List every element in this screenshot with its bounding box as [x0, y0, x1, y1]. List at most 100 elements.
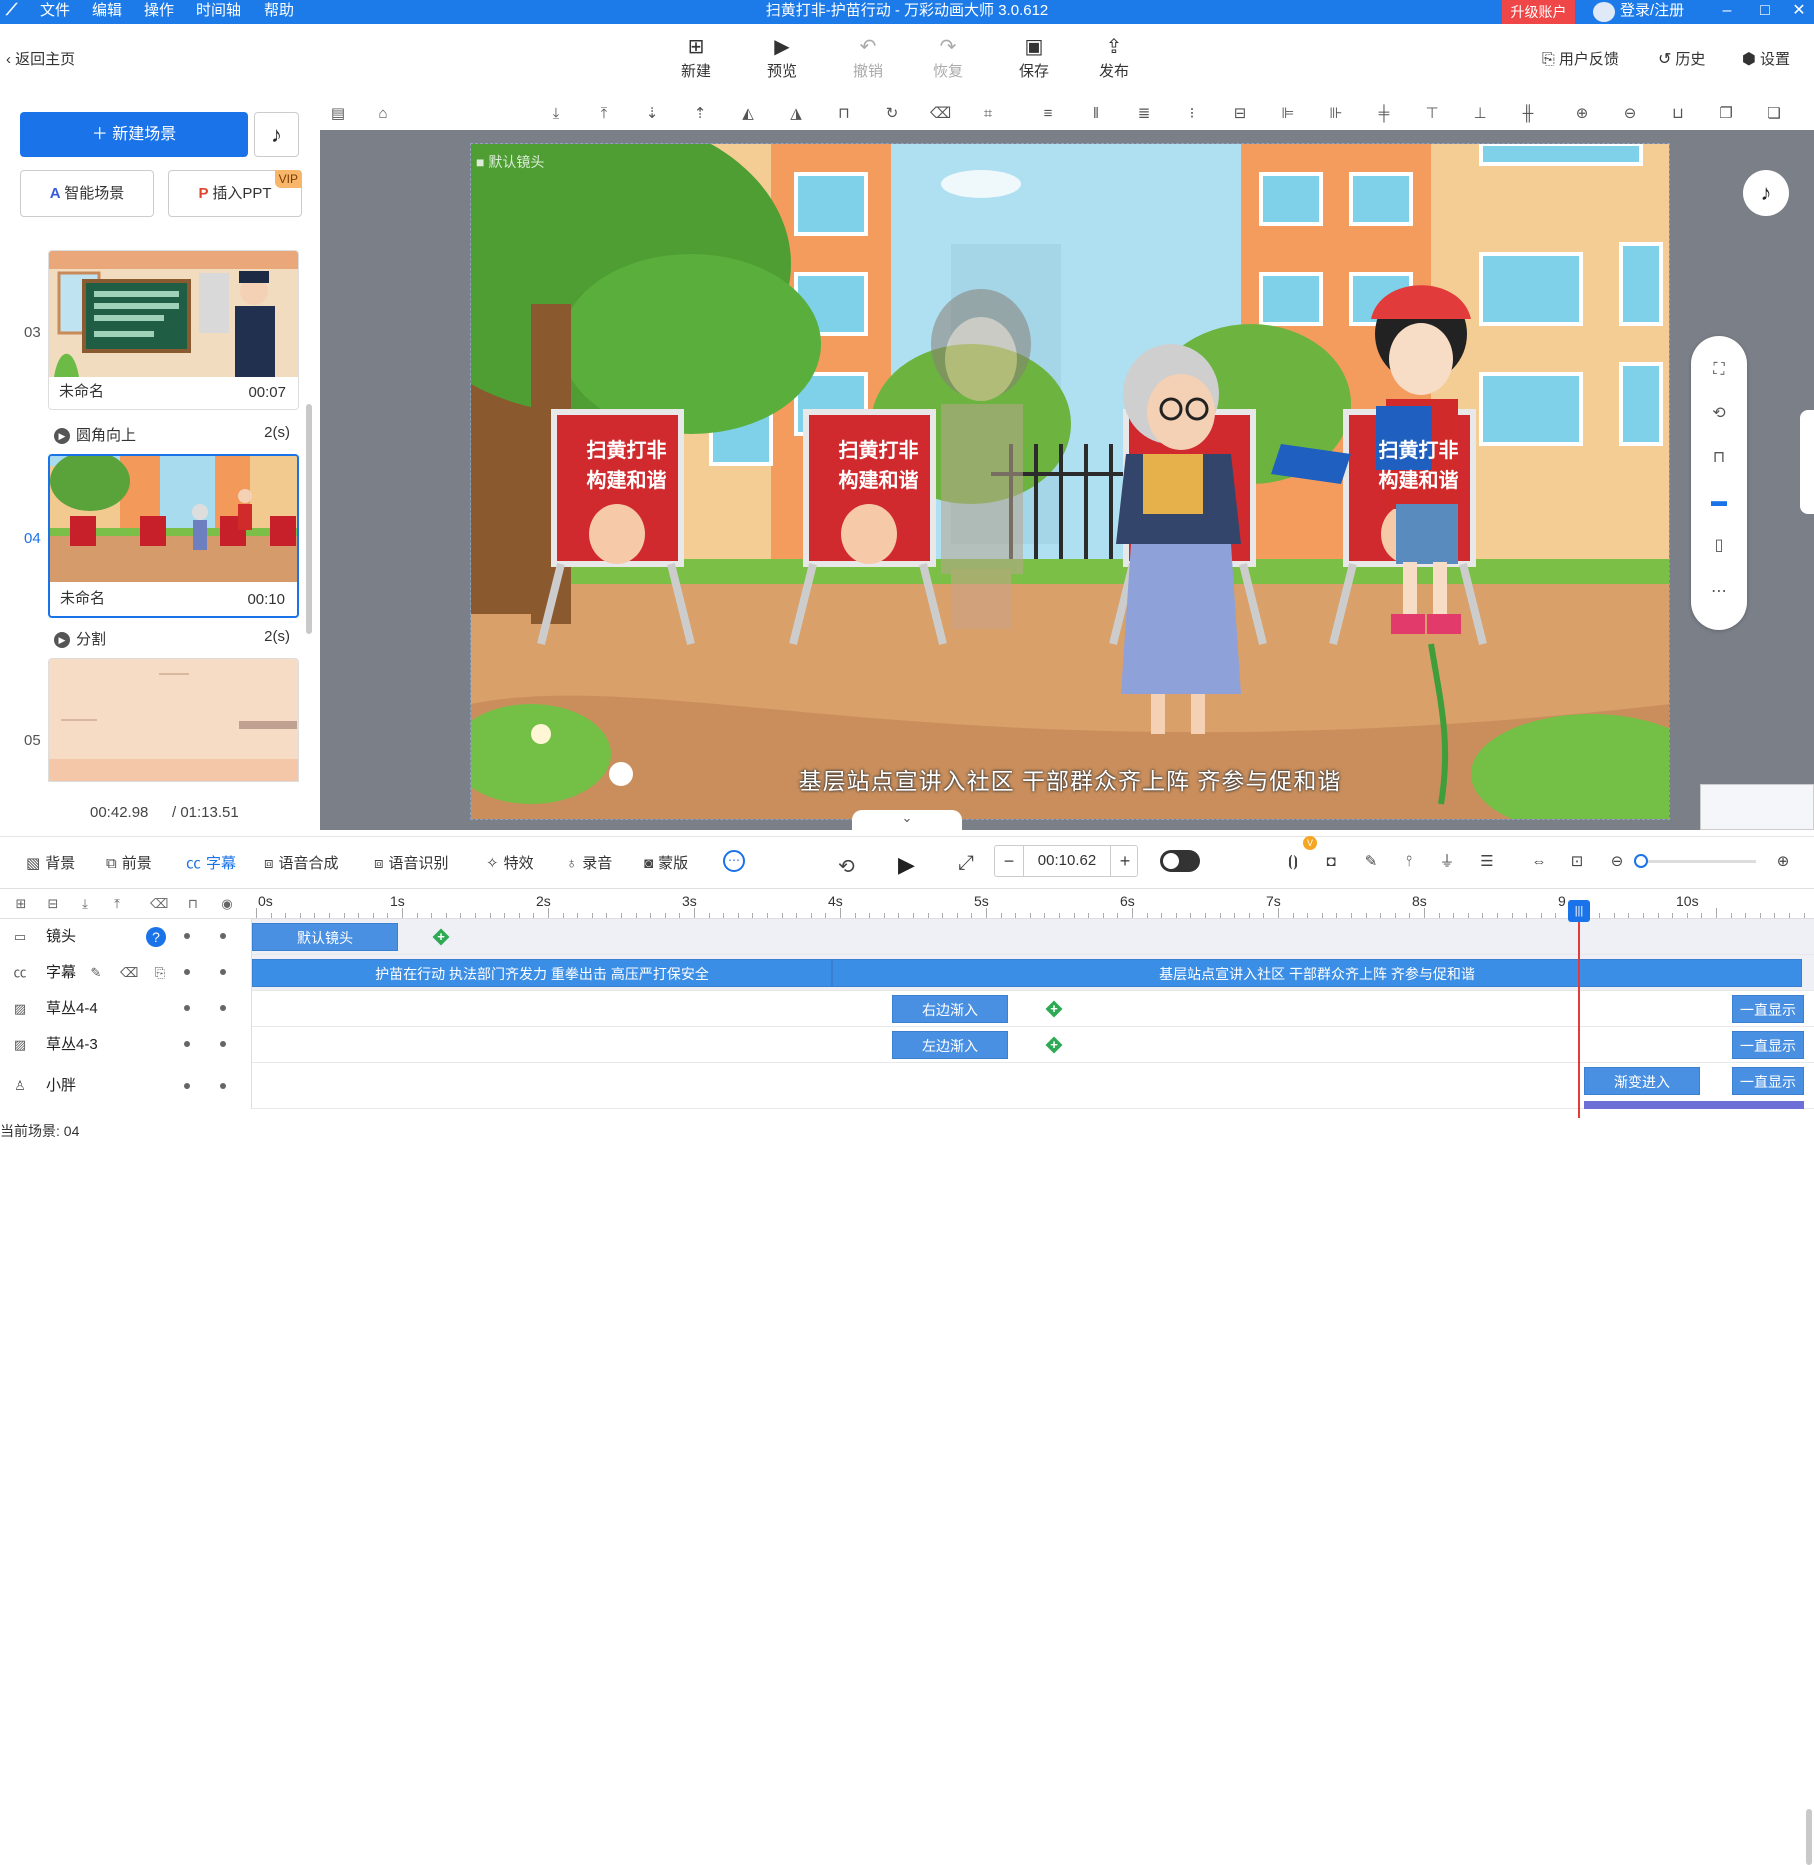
back-home-button[interactable]: ‹ 返回主页 [6, 48, 75, 72]
undo-button[interactable]: ↶ 撤销 [838, 34, 898, 86]
record-tool[interactable]: ♁ 录音 [566, 853, 612, 875]
flip-vertical-icon[interactable]: ◮ [786, 104, 806, 124]
mobile-icon[interactable]: ▯ [1707, 534, 1731, 558]
time-increment-button[interactable]: + [1111, 846, 1139, 876]
home-icon[interactable]: ⌂ [373, 104, 393, 124]
distribute-v-icon[interactable]: ⊟ [1230, 104, 1250, 124]
move-down-icon[interactable]: ⇣ [642, 104, 662, 124]
insert-ppt-button[interactable]: P 插入PPT VIP [168, 170, 302, 217]
mini-map-preview[interactable] [1700, 784, 1814, 830]
subtitle-clip-1[interactable]: 护苗在行动 执法部门齐发力 重拳出击 高压严打保安全 [252, 959, 832, 987]
background-tool[interactable]: ▧ 背景 [26, 853, 75, 875]
delete-icon[interactable]: ⌫ [930, 104, 951, 124]
move-layer-up-icon[interactable]: ⤒ [108, 895, 126, 913]
fade-in-clip[interactable]: 渐变进入 [1584, 1067, 1700, 1095]
bottom-align-icon[interactable]: ⊥ [1470, 104, 1490, 124]
new-folder-icon[interactable]: ⊟ [44, 895, 62, 913]
align-top-icon[interactable]: ≡ [1038, 104, 1058, 124]
trash-icon[interactable]: ⌫ [120, 965, 138, 981]
top-align-icon[interactable]: ⊤ [1422, 104, 1442, 124]
always-show-clip[interactable]: 一直显示 [1732, 995, 1804, 1023]
zoom-in-icon[interactable]: ⊕ [1572, 104, 1592, 124]
one-to-one-icon[interactable]: ⊡ [1566, 851, 1588, 873]
move-layer-down-icon[interactable]: ⤓ [76, 895, 94, 913]
zoom-in-timeline-icon[interactable]: ⊕ [1772, 851, 1794, 873]
transition-item[interactable]: ▶ 圆角向上 2(s) [54, 424, 290, 446]
crop-icon[interactable]: ⌗ [978, 104, 998, 124]
new-button[interactable]: ⊞ 新建 [666, 34, 726, 86]
menu-edit[interactable]: 编辑 [92, 0, 122, 24]
snapshot-icon[interactable]: ◘ [1320, 851, 1342, 873]
rotate-icon[interactable]: ↻ [882, 104, 902, 124]
maximize-icon[interactable]: □ [1752, 0, 1778, 24]
rewind-icon[interactable]: ⟲ [838, 854, 855, 879]
always-show-clip[interactable]: 一直显示 [1732, 1067, 1804, 1095]
lock-dot[interactable] [220, 1005, 226, 1011]
lock-icon[interactable]: ⊓ [1707, 446, 1731, 470]
add-keyframe-icon[interactable] [432, 928, 450, 946]
copy-icon[interactable]: ❐ [1716, 104, 1736, 124]
center-v-icon[interactable]: ╫ [1518, 104, 1538, 124]
fit-screen-icon[interactable]: ⛶ [1707, 358, 1731, 382]
paste-icon[interactable]: ❏ [1764, 104, 1784, 124]
desktop-icon[interactable]: ▬ [1707, 490, 1731, 514]
playhead-handle[interactable]: ||| [1568, 900, 1590, 922]
settings-link[interactable]: ⬢ 设置 [1742, 48, 1790, 72]
stage-subtitle[interactable]: 基层站点宣讲入社区 干部群众齐上阵 齐参与促和谐 [470, 762, 1670, 796]
subtitle-clip-2[interactable]: 基层站点宣讲入社区 干部群众齐上阵 齐参与促和谐 [832, 959, 1802, 987]
fit-frame-icon[interactable]: ⦗⦘ [1282, 851, 1304, 873]
track-camera[interactable]: ▭ 镜头 ? 默认镜头 [0, 919, 1814, 955]
login-register-link[interactable]: 登录/注册 [1620, 0, 1684, 22]
upgrade-account-button[interactable]: 升级账户 [1502, 0, 1575, 24]
transition-item[interactable]: ▶ 分割 2(s) [54, 628, 290, 650]
move-bottom-icon[interactable]: ⤓ [546, 104, 566, 124]
scene-thumbnail-04[interactable]: 未命名 00:10 [48, 454, 299, 618]
scene-canvas[interactable]: 扫黄打非 构建和谐 扫黄打非 构建和谐 扫黄打非 构建和谐 [470, 143, 1670, 820]
track-subtitle[interactable]: ㏄ 字幕 ✎ ⌫ ⎘ 护苗在行动 执法部门齐发力 重拳出击 高压严打保安全 基层… [0, 955, 1814, 991]
user-feedback-link[interactable]: ⎘ 用户反馈 [1542, 48, 1619, 72]
visibility-dot[interactable] [184, 933, 190, 939]
edit-icon[interactable]: ✎ [1360, 851, 1382, 873]
align-middle-icon[interactable]: ‖ [1086, 104, 1106, 124]
lock-dot[interactable] [220, 1041, 226, 1047]
visibility-dot[interactable] [184, 969, 190, 975]
move-top-icon[interactable]: ⤒ [594, 104, 614, 124]
move-up-icon[interactable]: ⇡ [690, 104, 710, 124]
lock-icon[interactable]: ⊓ [184, 895, 202, 913]
always-show-clip[interactable]: 一直显示 [1732, 1031, 1804, 1059]
new-scene-button[interactable]: ＋ 新建场景 [20, 112, 248, 157]
align-right-icon[interactable]: ⊪ [1326, 104, 1346, 124]
more-icon[interactable]: ⋯ [1707, 580, 1731, 604]
effects-tool[interactable]: ✧ 特效 [486, 853, 534, 875]
scene-thumbnail-03[interactable]: 未命名 00:07 [48, 250, 299, 410]
lock-dot[interactable] [220, 969, 226, 975]
unlock-icon[interactable]: ⊔ [1668, 104, 1688, 124]
time-stepper[interactable]: − 00:10.62 + [994, 845, 1138, 877]
zoom-out-timeline-icon[interactable]: ⊖ [1606, 851, 1628, 873]
timeline-zoom-handle[interactable] [1634, 854, 1648, 868]
timeline-scrollbar[interactable] [1806, 1809, 1812, 1865]
music-note-icon[interactable]: ♪ [1743, 170, 1789, 216]
track-grass-4-3[interactable]: ▨ 草丛4-3 左边渐入 一直显示 [0, 1027, 1814, 1063]
menu-timeline[interactable]: 时间轴 [196, 0, 241, 24]
enter-from-left-clip[interactable]: 左边渐入 [892, 1031, 1008, 1059]
menu-operate[interactable]: 操作 [144, 0, 174, 24]
loop-toggle[interactable] [1160, 850, 1200, 872]
distribute-h-icon[interactable]: ⁝ [1182, 104, 1202, 124]
lock-dot[interactable] [220, 1083, 226, 1089]
rotate-lock-icon[interactable]: ⟲ [1707, 402, 1731, 426]
avatar-icon[interactable] [1593, 2, 1615, 22]
track-grass-4-4[interactable]: ▨ 草丛4-4 右边渐入 一直显示 [0, 991, 1814, 1027]
help-icon[interactable]: ? [146, 927, 166, 947]
current-time-value[interactable]: 00:10.62 [1023, 846, 1111, 876]
mask-tool[interactable]: ◙ 蒙版 [644, 853, 688, 875]
visibility-dot[interactable] [184, 1083, 190, 1089]
edit-icon[interactable]: ✎ [88, 965, 104, 981]
align-bottom-icon[interactable]: ≣ [1134, 104, 1154, 124]
scene-list-scrollbar[interactable] [306, 404, 312, 634]
speech-recognition-tool[interactable]: ⧈ 语音识别 [374, 853, 449, 875]
import-icon[interactable]: ⎘ [152, 965, 168, 981]
center-h-icon[interactable]: ╪ [1374, 104, 1394, 124]
flip-horizontal-icon[interactable]: ◭ [738, 104, 758, 124]
menu-file[interactable]: 文件 [40, 0, 70, 24]
